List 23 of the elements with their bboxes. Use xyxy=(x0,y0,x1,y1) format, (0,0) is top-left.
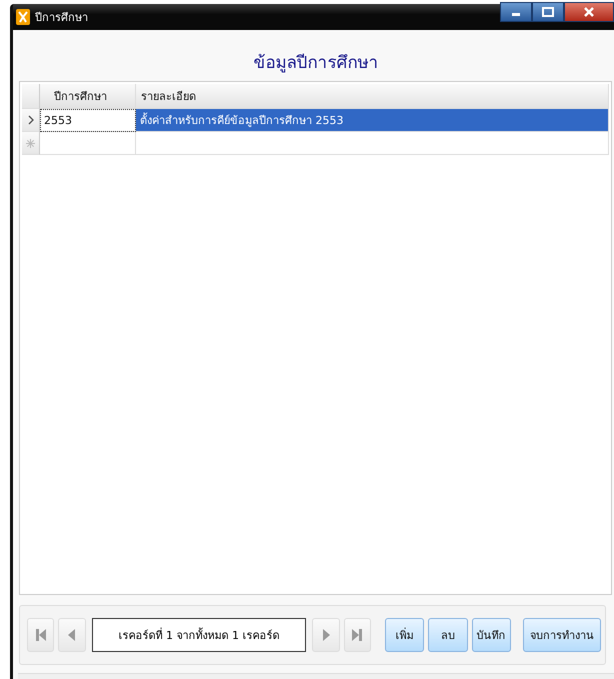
action-button[interactable]: เพิ่ม xyxy=(385,618,424,652)
next-icon xyxy=(320,628,332,642)
new-row-icon xyxy=(26,138,35,148)
last-record-icon xyxy=(351,628,364,642)
row-header[interactable] xyxy=(22,109,40,132)
maximize-button[interactable] xyxy=(532,2,564,22)
action-button[interactable]: จบการทำงาน xyxy=(522,618,601,652)
minimize-button[interactable] xyxy=(500,2,532,22)
action-button[interactable]: บันทึก xyxy=(472,618,511,652)
column-header[interactable]: ปีการศึกษา xyxy=(40,84,136,109)
close-icon xyxy=(584,7,594,17)
close-button[interactable] xyxy=(564,2,614,22)
row-pointer-icon xyxy=(28,115,34,125)
column-header[interactable]: รายละเอียด xyxy=(136,84,609,109)
record-position-field: เรคอร์ดที่ 1 จากทั้งหมด 1 เรคอร์ด xyxy=(92,618,306,652)
app-icon xyxy=(16,9,30,25)
table-cell: ตั้งค่าสำหรับการคีย์ข้อมูลปีการศึกษา 2553 xyxy=(136,109,609,132)
maximize-icon xyxy=(542,7,554,17)
window-title: ปีการศึกษา xyxy=(35,10,88,26)
form-heading: ข้อมูลปีการศึกษา xyxy=(252,52,380,75)
first-record-icon xyxy=(34,628,47,642)
action-button[interactable]: ลบ xyxy=(428,618,468,652)
header-corner xyxy=(22,84,40,109)
